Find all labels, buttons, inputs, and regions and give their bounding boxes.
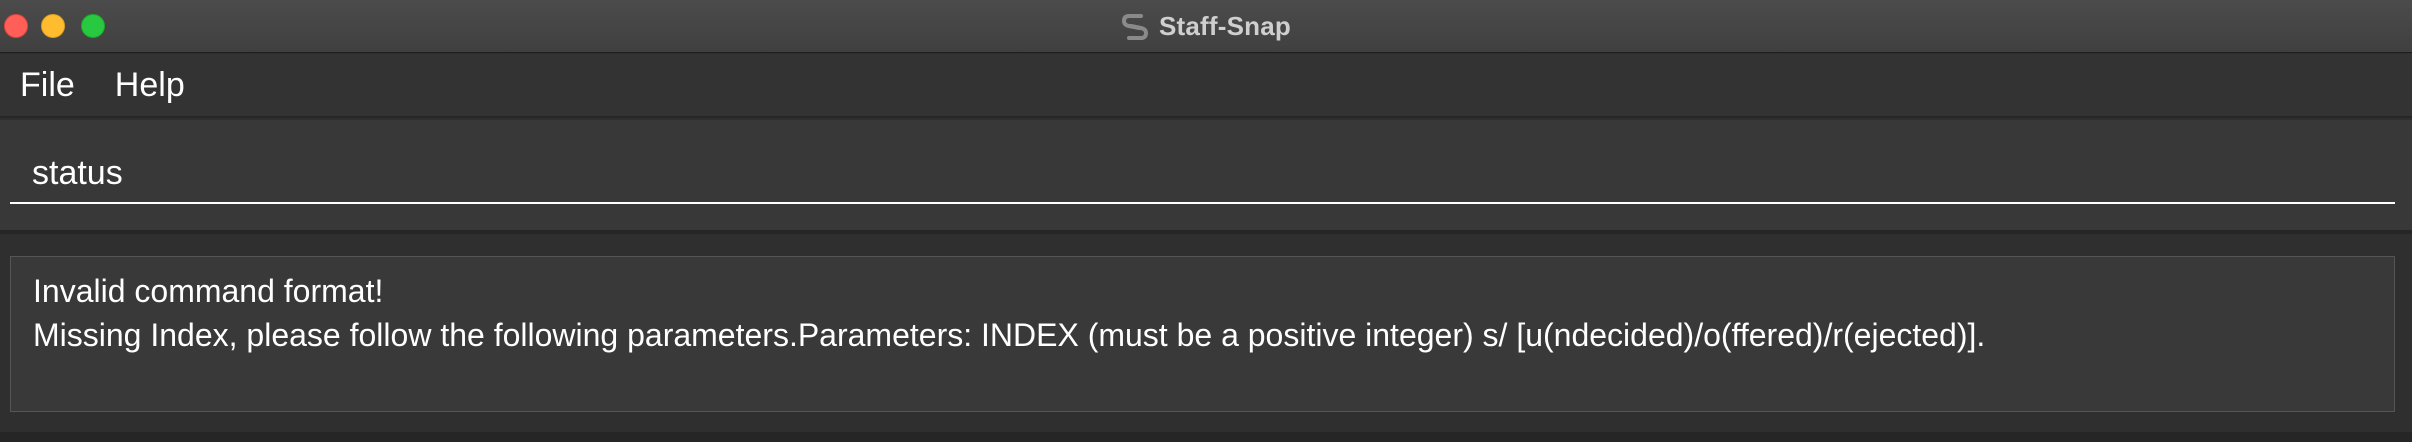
menu-help[interactable]: Help xyxy=(95,53,205,117)
bottom-divider xyxy=(0,432,2412,442)
menu-bar: File Help xyxy=(0,54,2412,118)
staff-snap-logo-icon xyxy=(1121,13,1149,41)
command-input[interactable] xyxy=(10,144,2395,204)
result-display-panel: Invalid command format! Missing Index, p… xyxy=(0,238,2412,442)
title-bar[interactable]: Staff-Snap xyxy=(0,0,2412,53)
result-message-line: Invalid command format! xyxy=(33,273,384,309)
result-message-line: Missing Index, please follow the followi… xyxy=(33,317,1986,353)
menu-file[interactable]: File xyxy=(0,53,95,117)
window-title-group: Staff-Snap xyxy=(0,0,2412,53)
window-title: Staff-Snap xyxy=(1159,11,1291,41)
result-display[interactable]: Invalid command format! Missing Index, p… xyxy=(10,256,2395,412)
command-box-panel xyxy=(0,120,2412,234)
app-window: Staff-Snap File Help Invalid command for… xyxy=(0,0,2412,442)
